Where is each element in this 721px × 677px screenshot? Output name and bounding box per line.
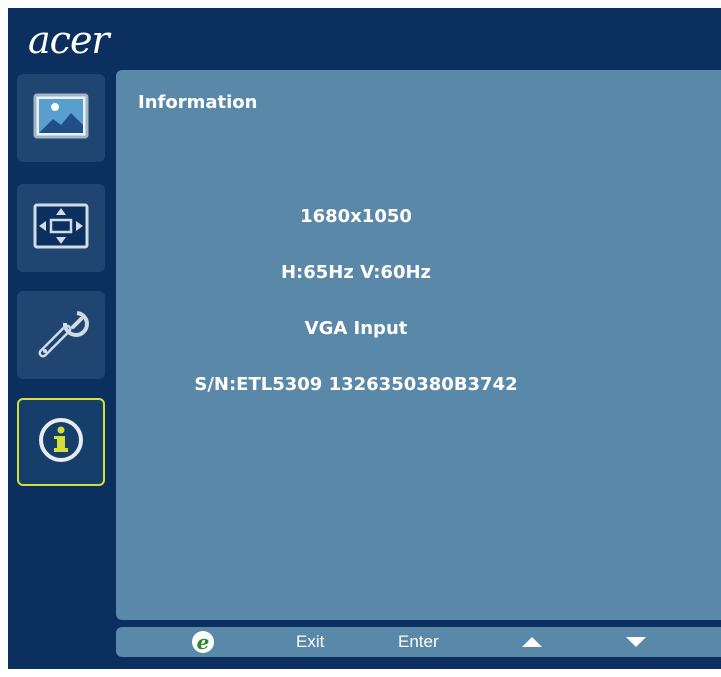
acer-logo: acer	[28, 18, 110, 62]
svg-text:e: e	[197, 630, 210, 654]
sidebar-item-information[interactable]	[17, 398, 105, 486]
page-title: Information	[138, 92, 258, 113]
osd-window: acer Information 1680x1050 H:65Hz V:60Hz…	[8, 8, 721, 669]
empowering-e-icon[interactable]: e	[190, 627, 216, 657]
information-panel: Information 1680x1050 H:65Hz V:60Hz VGA …	[116, 70, 721, 620]
input-source-value: VGA Input	[304, 318, 408, 339]
up-arrow-icon[interactable]	[520, 627, 544, 657]
footer-key-bar: e Exit Enter	[116, 627, 721, 657]
frequency-value: H:65Hz V:60Hz	[280, 262, 432, 283]
down-arrow-icon[interactable]	[624, 627, 648, 657]
sidebar-item-setting[interactable]	[17, 291, 105, 379]
osd-position-icon	[31, 201, 91, 255]
picture-icon	[31, 91, 91, 145]
sidebar-item-osd-position[interactable]	[17, 184, 105, 272]
exit-button[interactable]: Exit	[296, 627, 324, 657]
wrench-icon	[31, 303, 91, 367]
resolution-value: 1680x1050	[300, 206, 412, 227]
sidebar-item-picture[interactable]	[17, 74, 105, 162]
info-icon	[36, 415, 86, 469]
serial-number-value: S/N:ETL5309 1326350380B3742	[194, 374, 518, 395]
enter-button[interactable]: Enter	[398, 627, 439, 657]
